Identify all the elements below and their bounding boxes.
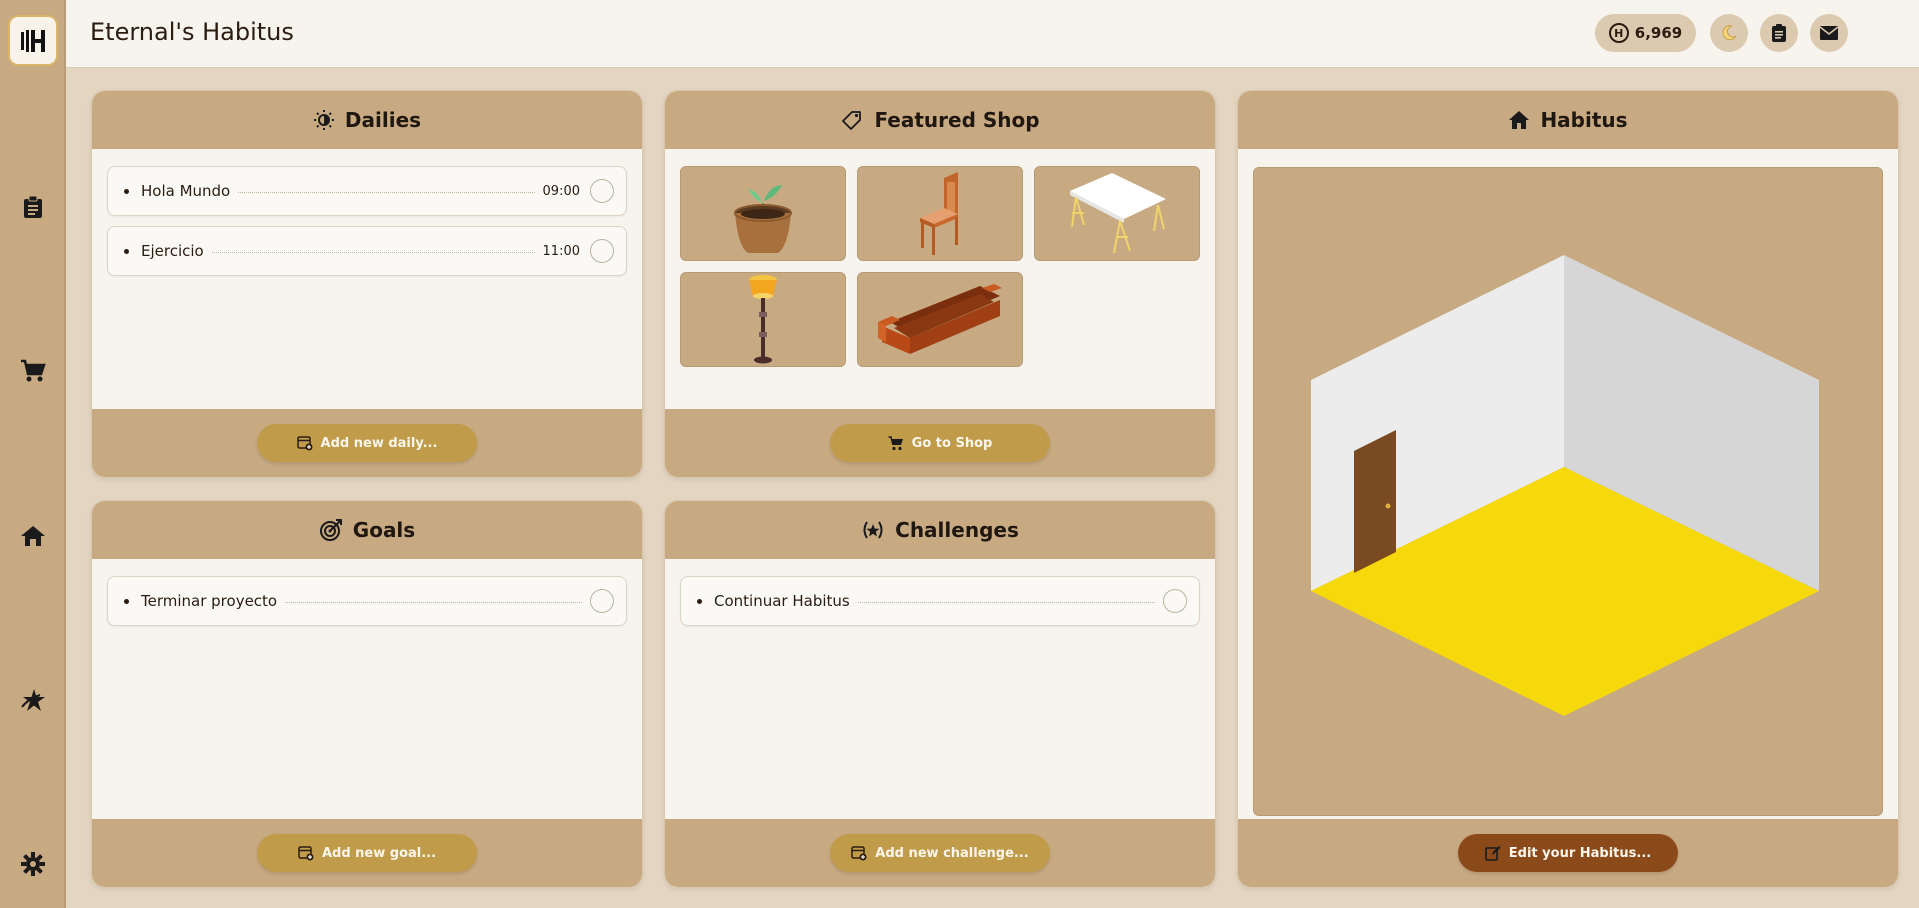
challenge-label: Continuar Habitus: [714, 592, 850, 610]
shop-item-chair[interactable]: [857, 166, 1023, 261]
add-calendar-icon: [298, 846, 314, 861]
mail-icon: [1819, 26, 1839, 40]
bullet: [697, 598, 702, 604]
shop-item-lamp[interactable]: [680, 272, 846, 367]
list-item: Ejercicio 11:00: [107, 226, 627, 276]
moon-icon: [1722, 25, 1737, 41]
shop-item-sofa[interactable]: [857, 272, 1023, 367]
clipboard-icon: [1772, 24, 1786, 42]
shop-item-table[interactable]: [1034, 166, 1200, 261]
dotted-leader: [211, 251, 535, 253]
theme-toggle-button[interactable]: [1710, 14, 1748, 52]
go-to-shop-button[interactable]: Go to Shop: [830, 424, 1050, 462]
dailies-card: Dailies Hola Mundo 09:00 Ejercicio 11:00…: [91, 90, 643, 478]
challenges-title: Challenges: [895, 518, 1019, 542]
add-goal-button[interactable]: Add new goal...: [257, 834, 477, 872]
habitus-footer: Edit your Habitus...: [1238, 819, 1898, 887]
daily-label: Hola Mundo: [141, 182, 231, 200]
sidebar-item-habitus[interactable]: [18, 521, 48, 551]
sidebar-item-challenges[interactable]: [18, 685, 48, 715]
add-calendar-icon: [851, 846, 867, 861]
page-title: Eternal's Habitus: [90, 18, 294, 46]
logo-icon: [21, 29, 45, 52]
table-icon: [1070, 172, 1166, 253]
coin-balance: H 6,969: [1595, 14, 1696, 52]
habitus-title: Habitus: [1540, 108, 1628, 132]
habitus-card: Habitus Edit your Habitus...: [1237, 90, 1899, 888]
tag-icon: [842, 111, 862, 130]
messages-button[interactable]: [1810, 14, 1848, 52]
daily-label: Ejercicio: [141, 242, 204, 260]
coin-icon: H: [1608, 23, 1629, 43]
add-challenge-button[interactable]: Add new challenge...: [830, 834, 1050, 872]
room-preview[interactable]: [1253, 167, 1883, 816]
topbar: Eternal's Habitus H 6,969: [66, 0, 1919, 68]
sidebar-item-shop[interactable]: [18, 356, 48, 386]
add-goal-label: Add new goal...: [321, 845, 437, 861]
go-to-shop-label: Go to Shop: [911, 435, 993, 451]
cart-icon: [888, 435, 903, 450]
dotted-leader: [857, 601, 1155, 603]
complete-checkbox[interactable]: [1163, 589, 1187, 613]
sidebar-item-dailies[interactable]: [18, 192, 48, 222]
shop-footer: Go to Shop: [665, 409, 1215, 477]
list-item: Continuar Habitus: [680, 576, 1200, 626]
challenges-card: Challenges Continuar Habitus Add new cha…: [664, 500, 1216, 888]
gear-icon: [21, 852, 45, 876]
edit-habitus-label: Edit your Habitus...: [1508, 845, 1652, 861]
goals-header: Goals: [92, 501, 642, 559]
shop-card: Featured Shop Go to Shop: [664, 90, 1216, 478]
coin-amount: 6,969: [1634, 24, 1683, 42]
challenges-header: Challenges: [665, 501, 1215, 559]
complete-checkbox[interactable]: [590, 589, 614, 613]
home-icon: [1509, 111, 1530, 129]
daily-time: 11:00: [542, 243, 580, 259]
edit-habitus-button[interactable]: Edit your Habitus...: [1458, 834, 1678, 872]
dotted-leader: [285, 601, 582, 603]
cart-icon: [21, 359, 46, 382]
dailies-title: Dailies: [344, 108, 422, 132]
habitus-header: Habitus: [1238, 91, 1898, 149]
floor-lamp-icon: [749, 274, 777, 363]
tasks-button[interactable]: [1760, 14, 1798, 52]
chair-icon: [920, 171, 958, 255]
clipboard-icon: [24, 195, 42, 218]
add-daily-label: Add new daily...: [320, 435, 438, 451]
app-logo[interactable]: [8, 15, 58, 66]
goals-footer: Add new goal...: [92, 819, 642, 887]
goal-label: Terminar proyecto: [141, 592, 278, 610]
dailies-footer: Add new daily...: [92, 409, 642, 477]
home-icon: [21, 526, 45, 546]
star-icon: [21, 689, 45, 711]
add-daily-button[interactable]: Add new daily...: [257, 424, 477, 462]
daily-time: 09:00: [542, 183, 580, 199]
target-icon: [319, 519, 342, 541]
sun-half-icon: [313, 110, 334, 130]
sidebar-item-settings[interactable]: [18, 849, 48, 879]
challenges-footer: Add new challenge...: [665, 819, 1215, 887]
goals-title: Goals: [352, 518, 416, 542]
shop-header: Featured Shop: [665, 91, 1215, 149]
plant-pot-icon: [734, 184, 792, 253]
bullet: [124, 598, 129, 604]
bullet: [124, 248, 129, 254]
sidebar: [0, 0, 66, 908]
add-challenge-label: Add new challenge...: [875, 845, 1029, 861]
complete-checkbox[interactable]: [590, 179, 614, 203]
dailies-header: Dailies: [92, 91, 642, 149]
door: [1354, 430, 1396, 573]
complete-checkbox[interactable]: [590, 239, 614, 263]
list-item: Hola Mundo 09:00: [107, 166, 627, 216]
add-calendar-icon: [296, 436, 313, 451]
edit-icon: [1484, 846, 1501, 861]
dotted-leader: [238, 191, 535, 193]
list-item: Terminar proyecto: [107, 576, 627, 626]
bullet: [124, 188, 129, 194]
goals-card: Goals Terminar proyecto Add new goal...: [91, 500, 643, 888]
shop-title: Featured Shop: [874, 108, 1040, 132]
star-badge-icon: [863, 521, 883, 539]
isometric-room: [1311, 255, 1819, 716]
sofa-icon: [878, 283, 1002, 354]
shop-item-plant[interactable]: [680, 166, 846, 261]
